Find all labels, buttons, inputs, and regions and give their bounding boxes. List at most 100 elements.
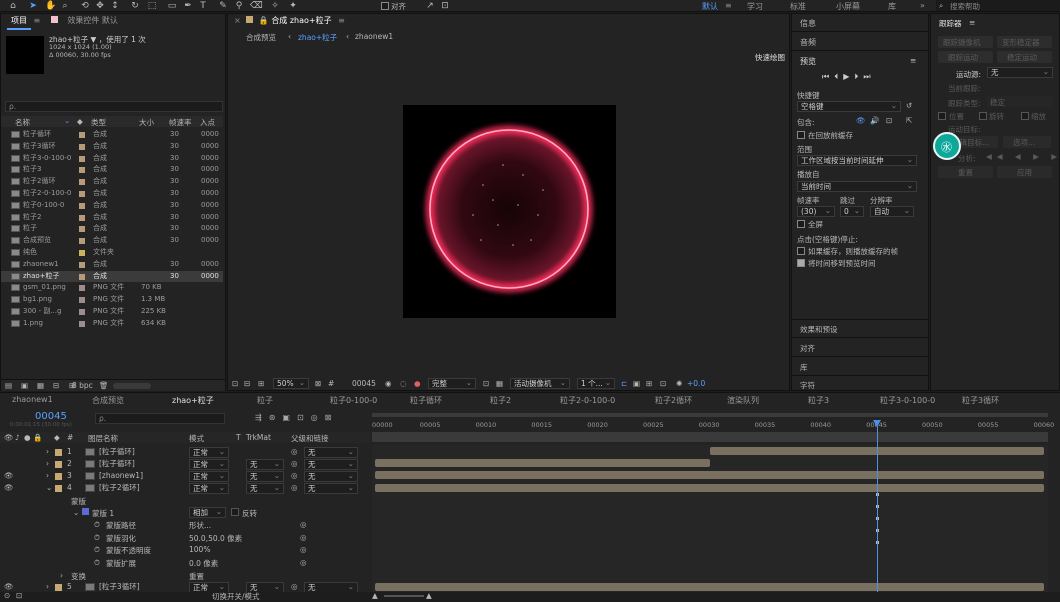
reset-button[interactable]: 重置 xyxy=(938,166,993,178)
project-item[interactable]: gsm_01.png PNG 文件 70 KB xyxy=(1,282,223,294)
project-scrollbar[interactable] xyxy=(113,383,151,389)
layer-row[interactable]: › 1 [粒子循环] 正常 ◎ 无 xyxy=(0,446,370,458)
layer-name[interactable]: [粒子循环] xyxy=(99,446,135,458)
brush-tool-icon[interactable]: ✎ xyxy=(218,1,228,11)
workspace-default[interactable]: 默认 xyxy=(702,1,718,12)
label-tag-icon[interactable]: ◆ xyxy=(77,117,83,126)
workspace-learn[interactable]: 学习 xyxy=(747,1,763,12)
zoom-out-icon[interactable]: ▲ xyxy=(372,591,378,600)
expression-pickwhip-icon[interactable]: ◎ xyxy=(300,533,307,542)
layer-expand-icon[interactable]: › xyxy=(46,458,49,470)
col-fps[interactable]: 帧速率 xyxy=(169,117,192,128)
tab-project[interactable]: 项目 xyxy=(7,14,31,30)
project-item[interactable]: 纯色 文件夹 xyxy=(1,247,223,259)
hand-tool-icon[interactable]: ✋ xyxy=(45,1,56,11)
work-area-range[interactable] xyxy=(372,432,1048,442)
pan-behind-tool-icon[interactable]: ⬚ xyxy=(147,1,157,11)
workspace-small-screen[interactable]: 小屏幕 xyxy=(836,1,860,12)
prev-frame-icon[interactable]: ⏴ xyxy=(834,72,843,81)
snap-checkbox[interactable] xyxy=(381,2,389,10)
project-item[interactable]: 1.png PNG 文件 634 KB xyxy=(1,318,223,330)
mask-property-value[interactable]: 0.0 像素 xyxy=(189,558,218,569)
transform-label[interactable]: 变换 xyxy=(71,571,86,582)
analyze-controls[interactable]: ◀◀ ◀ ▶ ▶▶ xyxy=(986,152,1060,161)
selection-tool-icon[interactable]: ➤ xyxy=(28,1,38,11)
graph-editor-icon[interactable]: ⊠ xyxy=(325,413,339,422)
layer-row[interactable]: 👁 › 3 [zhaonew1] 正常 无 ◎ 无 xyxy=(0,470,370,482)
color-channel-icon[interactable]: ● xyxy=(414,379,421,388)
timeline-search-input[interactable]: ρ. xyxy=(95,413,225,424)
project-item[interactable]: 粒子3循环 合成 30 0000 xyxy=(1,141,223,153)
snap-option-icon[interactable]: ↗ xyxy=(425,1,435,11)
layer-mode-select[interactable]: 正常 xyxy=(189,471,229,482)
workspace-more[interactable]: » xyxy=(920,1,925,10)
col-type[interactable]: 类型 xyxy=(91,117,106,128)
effects-presets-section[interactable]: 效果和预设 xyxy=(800,324,838,335)
cache-before-checkbox[interactable] xyxy=(797,131,805,139)
timeline-tab[interactable]: 粒子循环 xyxy=(410,395,442,406)
label-swatch[interactable] xyxy=(79,179,85,186)
zoom-slider[interactable] xyxy=(384,595,424,597)
fast-draft-label[interactable]: 快速绘图 xyxy=(755,52,785,63)
stopwatch-icon[interactable]: ⏱ xyxy=(94,533,100,543)
pickwhip-icon[interactable]: ◎ xyxy=(291,458,298,470)
play-from-select[interactable]: 当前时间 xyxy=(797,181,917,192)
timeline-tab[interactable]: 渲染队列 xyxy=(727,395,759,406)
lock-icon[interactable]: 🔒 xyxy=(259,16,269,25)
timeline-tab[interactable]: 合成预览 xyxy=(92,395,124,406)
layer-visibility-icon[interactable]: 👁 xyxy=(4,470,14,482)
skip-select[interactable]: 0 xyxy=(840,206,864,217)
mask-name[interactable]: 蒙版 1 xyxy=(92,508,114,519)
track-camera-button[interactable]: 跟踪摄像机 xyxy=(938,36,993,48)
layer-mode-select[interactable]: 正常 xyxy=(189,459,229,470)
label-swatch[interactable] xyxy=(79,250,85,256)
project-item[interactable]: zhao+粒子 合成 30 0000 xyxy=(1,270,223,283)
pickwhip-icon[interactable]: ◎ xyxy=(291,482,298,494)
layer-4-bar[interactable] xyxy=(375,484,1044,492)
layer-expand-icon[interactable]: › xyxy=(46,470,49,482)
include-layer-icon[interactable]: ⇱ xyxy=(906,116,912,125)
exposure-icon[interactable]: ✺ xyxy=(676,379,682,388)
adjust-settings-icon[interactable]: ⊟ xyxy=(53,381,59,390)
orbit-tool-icon[interactable]: ⟲ xyxy=(80,1,90,11)
label-swatch[interactable] xyxy=(79,297,85,304)
label-col-icon[interactable]: ◆ xyxy=(54,433,60,442)
mask-property-value[interactable]: 50.0,50.0 像素 xyxy=(189,533,242,544)
play-icon[interactable]: ▶ xyxy=(843,72,854,81)
first-frame-icon[interactable]: ⏮ xyxy=(822,72,834,81)
workspace-menu-icon[interactable]: ≡ xyxy=(725,1,732,10)
new-folder-icon[interactable]: ▣ xyxy=(21,381,28,390)
layer-label-swatch[interactable] xyxy=(55,485,62,492)
mask-group-label[interactable]: 蒙版 xyxy=(71,496,86,507)
expression-pickwhip-icon[interactable]: ◎ xyxy=(300,545,307,554)
label-swatch[interactable] xyxy=(79,261,85,268)
project-item[interactable]: 合成预览 合成 30 0000 xyxy=(1,235,223,247)
label-swatch[interactable] xyxy=(79,273,85,280)
crumb-0[interactable]: 合成预览 xyxy=(246,32,276,43)
move-time-checkbox[interactable] xyxy=(797,259,805,267)
include-overlay-icon[interactable]: ⊡ xyxy=(886,116,892,125)
always-preview-icon[interactable]: ⊡ xyxy=(232,379,238,388)
next-frame-icon[interactable]: ⏵ xyxy=(854,72,863,81)
comp-menu-icon[interactable]: ≡ xyxy=(338,16,345,25)
layer-mode-select[interactable]: 正常 xyxy=(189,447,229,458)
label-swatch[interactable] xyxy=(79,238,85,245)
current-time[interactable]: 00045 xyxy=(352,379,376,388)
type-tool-icon[interactable]: T xyxy=(198,1,208,11)
transparency-grid-icon[interactable]: ▦ xyxy=(496,379,503,388)
work-area-bar[interactable] xyxy=(372,413,1048,417)
timeline-tab[interactable]: 粒子0-100-0 xyxy=(330,395,377,406)
home-icon[interactable]: ⌂ xyxy=(8,1,18,11)
vr-icon[interactable]: ⊟ xyxy=(244,379,250,388)
motion-blur-icon[interactable]: ◎ xyxy=(311,413,325,422)
zoom-select[interactable]: 50% xyxy=(273,378,309,389)
workspace-standard[interactable]: 标准 xyxy=(790,1,806,12)
col-mode[interactable]: 模式 xyxy=(189,433,204,444)
timeline-tab[interactable]: 粒子3循环 xyxy=(962,395,999,406)
eraser-tool-icon[interactable]: ⌫ xyxy=(250,1,263,11)
audio-icon[interactable]: ♪ xyxy=(15,433,20,442)
layer-parent-select[interactable]: 无 xyxy=(304,459,358,470)
comp-title[interactable]: 合成 zhao+粒子 xyxy=(271,16,331,25)
layer-mode-select[interactable]: 正常 xyxy=(189,483,229,494)
label-swatch[interactable] xyxy=(79,143,85,150)
